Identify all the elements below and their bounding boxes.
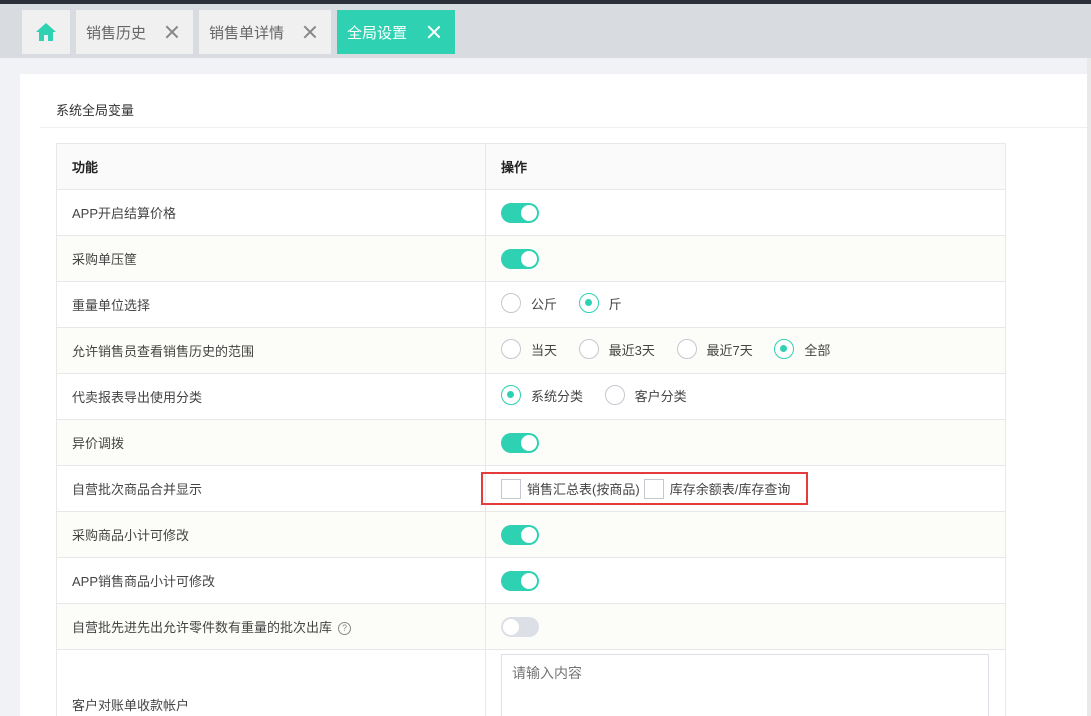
row-label: APP开启结算价格 xyxy=(55,189,487,236)
table-row: 代卖报表导出使用分类 系统分类 客户分类 xyxy=(55,373,1006,420)
table-row: 重量单位选择 公斤 斤 xyxy=(55,281,1006,328)
settings-table: 功能 操作 APP开启结算价格 采购单压筐 重量单位选择 公斤 斤 允许销售员查… xyxy=(55,143,1006,716)
row-label: APP销售商品小计可修改 xyxy=(55,557,487,604)
radio-label: 公斤 xyxy=(531,296,558,312)
row-label: 采购单压筐 xyxy=(55,235,487,282)
table-header-row: 功能 操作 xyxy=(55,143,1006,190)
radio-circle[interactable] xyxy=(501,339,522,359)
tab-label: 销售单详情 xyxy=(209,24,285,42)
tab-home[interactable] xyxy=(22,10,70,54)
payment-account-input[interactable] xyxy=(501,654,990,716)
radio-circle[interactable] xyxy=(578,339,599,359)
tab-sales-history[interactable]: 销售历史 xyxy=(76,10,193,54)
radio-label: 最近3天 xyxy=(608,342,655,358)
radio-customer-category[interactable]: 客户分类 xyxy=(604,385,687,405)
row-label-cell: 自营批先进先出允许零件数有重量的批次出库? xyxy=(55,603,487,650)
section-title: 系统全局变量 xyxy=(56,103,135,118)
home-icon xyxy=(36,23,56,41)
different-price-transfer-switch[interactable] xyxy=(501,432,540,453)
checkbox-label: 销售汇总表(按商品) xyxy=(527,482,640,497)
row-label: 代卖报表导出使用分类 xyxy=(55,373,487,420)
row-label: 自营批次商品合并显示 xyxy=(55,465,487,512)
radio-system-category[interactable]: 系统分类 xyxy=(501,385,583,405)
close-icon[interactable] xyxy=(299,21,321,43)
radio-circle[interactable] xyxy=(604,385,625,405)
row-label: 自营批先进先出允许零件数有重量的批次出库 xyxy=(72,620,333,635)
app-settlement-price-switch[interactable] xyxy=(501,202,540,223)
scrollbar[interactable] xyxy=(1087,58,1091,716)
checkbox-box[interactable] xyxy=(643,478,664,499)
row-label: 客户对账单收款帐户 xyxy=(55,649,487,716)
tab-global-settings[interactable]: 全局设置 xyxy=(337,10,455,54)
row-label: 允许销售员查看销售历史的范围 xyxy=(55,327,487,374)
fifo-batch-switch[interactable] xyxy=(501,616,540,637)
tab-sales-order-detail[interactable]: 销售单详情 xyxy=(199,10,331,54)
table-row: 异价调拨 xyxy=(55,419,1006,466)
help-icon[interactable]: ? xyxy=(338,622,352,636)
radio-label: 斤 xyxy=(608,296,622,312)
table-row: APP销售商品小计可修改 xyxy=(55,557,1006,604)
checkbox-label: 库存余额表/库存查询 xyxy=(669,482,791,497)
table-row: 客户对账单收款帐户 xyxy=(55,649,1006,716)
radio-label: 系统分类 xyxy=(531,388,584,404)
app-sales-subtotal-editable-switch[interactable] xyxy=(501,570,540,591)
header-action: 操作 xyxy=(485,143,1006,190)
tab-label: 全局设置 xyxy=(347,24,408,42)
row-label: 异价调拨 xyxy=(55,419,487,466)
radio-circle[interactable] xyxy=(774,339,795,359)
checkbox-sales-summary[interactable]: 销售汇总表(按商品) xyxy=(501,478,640,499)
table-row: 采购商品小计可修改 xyxy=(55,511,1006,558)
radio-last-3-days[interactable]: 最近3天 xyxy=(578,339,655,359)
radio-circle[interactable] xyxy=(676,339,697,359)
close-icon[interactable] xyxy=(161,21,183,43)
radio-label: 全部 xyxy=(804,342,831,358)
main-content: 系统全局变量 功能 操作 APP开启结算价格 采购单压筐 重量单位选择 公斤 斤… xyxy=(20,74,1091,716)
table-row: 自营批次商品合并显示 销售汇总表(按商品) 库存余额表/库存查询 xyxy=(55,465,1006,512)
close-icon[interactable] xyxy=(423,21,445,43)
radio-all[interactable]: 全部 xyxy=(774,339,830,359)
checkbox-box[interactable] xyxy=(501,478,522,499)
tab-label: 销售历史 xyxy=(86,24,147,42)
table-row: 允许销售员查看销售历史的范围 当天 最近3天 最近7天 全部 xyxy=(55,327,1006,374)
divider xyxy=(40,127,1091,128)
radio-circle[interactable] xyxy=(501,293,522,313)
radio-kg[interactable]: 公斤 xyxy=(501,293,557,313)
radio-last-7-days[interactable]: 最近7天 xyxy=(676,339,753,359)
radio-today[interactable]: 当天 xyxy=(501,339,557,359)
table-row: 自营批先进先出允许零件数有重量的批次出库? xyxy=(55,603,1006,650)
highlight-box: 销售汇总表(按商品) 库存余额表/库存查询 xyxy=(481,472,809,505)
radio-label: 当天 xyxy=(531,342,558,358)
radio-jin[interactable]: 斤 xyxy=(578,293,622,313)
radio-label: 客户分类 xyxy=(634,388,687,404)
purchase-subtotal-editable-switch[interactable] xyxy=(501,524,540,545)
row-label: 重量单位选择 xyxy=(55,281,487,328)
purchase-basket-switch[interactable] xyxy=(501,248,540,269)
radio-circle[interactable] xyxy=(578,293,599,313)
tab-bar: 销售历史 销售单详情 全局设置 xyxy=(0,4,1091,58)
header-feature: 功能 xyxy=(55,143,487,190)
table-row: 采购单压筐 xyxy=(55,235,1006,282)
checkbox-inventory-balance[interactable]: 库存余额表/库存查询 xyxy=(643,478,791,499)
radio-circle[interactable] xyxy=(501,385,522,405)
radio-label: 最近7天 xyxy=(706,342,753,358)
row-label: 采购商品小计可修改 xyxy=(55,511,487,558)
table-row: APP开启结算价格 xyxy=(55,189,1006,236)
